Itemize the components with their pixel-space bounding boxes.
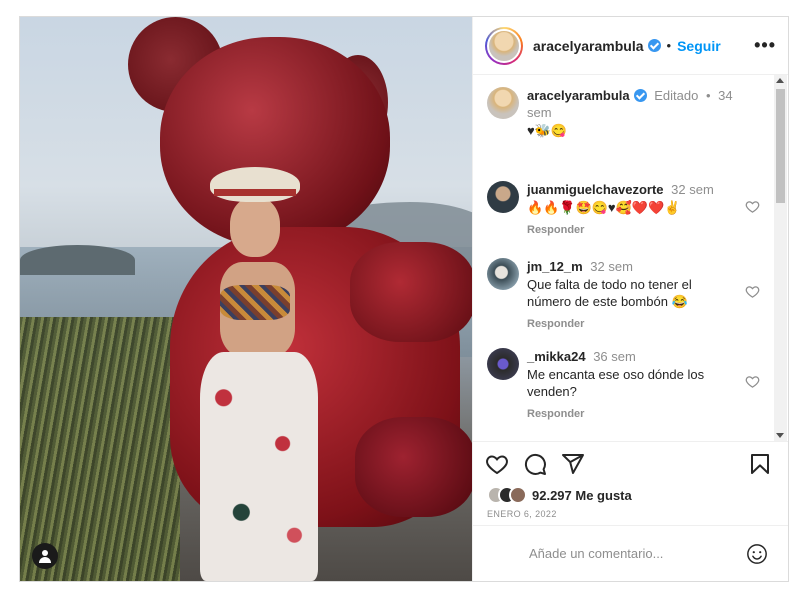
post-header: aracelyarambula • Seguir ••• [473, 17, 788, 75]
action-bar [473, 441, 788, 485]
comment-text: Me encanta ese oso dónde los venden? [527, 367, 705, 399]
comment-bubble-icon[interactable] [523, 452, 547, 476]
comments-list[interactable]: aracelyarambula Editado • 34 sem ♥🐝😋 jua… [473, 75, 788, 441]
caption-separator: • [705, 88, 711, 103]
scroll-up-arrow-icon[interactable] [776, 78, 784, 83]
reply-button[interactable]: Responder [527, 224, 737, 236]
comments-scrollbar-thumb[interactable] [776, 89, 785, 203]
photo-person [200, 167, 320, 581]
instagram-post-modal: aracelyarambula • Seguir ••• aracelyaram… [19, 16, 789, 582]
share-paper-plane-icon[interactable] [561, 452, 585, 476]
liker-avatar [509, 486, 527, 504]
comment-username[interactable]: _mikka24 [527, 349, 586, 364]
post-date[interactable]: ENERO 6, 2022 [473, 505, 788, 525]
reply-button[interactable]: Responder [527, 408, 737, 420]
caption-username[interactable]: aracelyarambula [527, 88, 630, 103]
save-bookmark-icon[interactable] [748, 452, 772, 476]
reply-button[interactable]: Responder [527, 318, 737, 330]
caption-text: ♥🐝😋 [527, 123, 568, 138]
comment-text: Que falta de todo no tener el número de … [527, 277, 692, 309]
scroll-down-arrow-icon[interactable] [776, 433, 784, 438]
comment-avatar[interactable] [487, 181, 519, 213]
like-heart-icon[interactable] [485, 452, 509, 476]
photo-bear-arm [350, 242, 472, 342]
comment-time[interactable]: 32 sem [671, 182, 714, 197]
like-comment-heart-icon[interactable] [745, 199, 760, 214]
comment-item: juanmiguelchavezorte 32 sem 🔥🔥🌹🤩😋♥🥰❤️❤️✌… [487, 181, 772, 236]
comment-item: _mikka24 36 sem Me encanta ese oso dónde… [487, 348, 772, 420]
tagged-user-icon[interactable] [32, 543, 58, 569]
comment-input[interactable] [529, 546, 746, 561]
emoji-smiley-icon[interactable] [746, 543, 768, 565]
comment-item: jm_12_m 32 sem Que falta de todo no tene… [487, 258, 772, 330]
comment-text: 🔥🔥🌹🤩😋♥🥰❤️❤️✌️ [527, 200, 681, 215]
comment-time[interactable]: 32 sem [590, 259, 633, 274]
more-options-icon[interactable]: ••• [754, 35, 776, 56]
likes-row[interactable]: 92.297 Me gusta [473, 485, 788, 505]
verified-badge-icon [647, 39, 661, 52]
photo-plant [20, 317, 180, 581]
likes-label: Me gusta [575, 487, 632, 503]
comment-avatar[interactable] [487, 258, 519, 290]
header-separator: • [666, 38, 672, 53]
post-photo[interactable] [20, 17, 472, 581]
caption-edited: Editado [654, 88, 699, 103]
likes-count: 92.297 [532, 487, 572, 503]
photo-island [20, 245, 135, 275]
comment-time[interactable]: 36 sem [593, 349, 636, 364]
author-username[interactable]: aracelyarambula [533, 38, 644, 54]
author-avatar[interactable] [485, 26, 523, 65]
comment-username[interactable]: jm_12_m [527, 259, 583, 274]
photo-bear-leg [355, 417, 472, 517]
comment-username[interactable]: juanmiguelchavezorte [527, 182, 664, 197]
add-comment-bar [473, 525, 788, 581]
caption: aracelyarambula Editado • 34 sem ♥🐝😋 [487, 87, 772, 139]
caption-avatar[interactable] [487, 87, 519, 119]
like-comment-heart-icon[interactable] [745, 284, 760, 299]
follow-button[interactable]: Seguir [677, 38, 721, 54]
post-side-panel: aracelyarambula • Seguir ••• aracelyaram… [472, 17, 788, 581]
verified-badge-icon [633, 89, 647, 102]
comment-avatar[interactable] [487, 348, 519, 380]
like-comment-heart-icon[interactable] [745, 374, 760, 389]
